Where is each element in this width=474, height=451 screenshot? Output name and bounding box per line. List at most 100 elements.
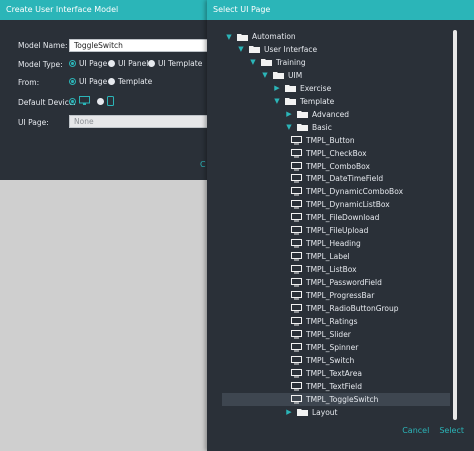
page-icon <box>291 174 302 183</box>
tree-page-item[interactable]: TMPL_FileUpload <box>291 224 368 237</box>
tree-item-label: Training <box>276 57 306 67</box>
tree-page-item[interactable]: TMPL_Heading <box>291 237 361 250</box>
caret-right-icon[interactable]: ▶ <box>273 84 281 92</box>
page-icon <box>291 303 302 313</box>
tree-page-item[interactable]: TMPL_Label <box>291 250 350 263</box>
from-radio-template[interactable]: Template <box>108 77 152 86</box>
tree-page-item[interactable]: TMPL_ComboBox <box>291 160 370 173</box>
tree-item-label: TMPL_DynamicComboBox <box>306 187 404 197</box>
page-icon <box>291 291 302 300</box>
folder-icon <box>261 58 272 67</box>
tree-folder-item[interactable]: ▶ Layout <box>285 406 338 419</box>
tree-page-item[interactable]: TMPL_Spinner <box>291 341 358 354</box>
tree-item-label: TMPL_ProgressBar <box>306 291 375 300</box>
tree-folder-item[interactable]: ▶ Exercise <box>273 82 331 95</box>
model-type-radio-ui-template[interactable]: UI Template <box>148 59 202 68</box>
tree-page-item[interactable]: TMPL_ProgressBar <box>291 289 374 302</box>
tree-page-item[interactable]: TMPL_RadioButtonGroup <box>291 302 399 315</box>
tree-page-item[interactable]: TMPL_DateTimeField <box>291 172 383 185</box>
tree-item-label: Template <box>300 96 335 106</box>
page-icon <box>291 252 302 261</box>
tree-page-item[interactable]: TMPL_Button <box>291 134 355 147</box>
page-icon <box>291 316 302 326</box>
folder-icon <box>285 97 296 106</box>
tree-item-label: TMPL_DateTimeField <box>306 174 384 184</box>
dialog-title: Create User Interface Model <box>0 0 207 20</box>
tree-item-label: TMPL_Label <box>306 252 350 262</box>
tree-page-item[interactable]: TMPL_Switch <box>291 354 354 367</box>
model-name-field[interactable]: ToggleSwitch <box>69 39 209 52</box>
caret-right-icon[interactable]: ▶ <box>285 408 293 416</box>
page-icon <box>291 135 302 145</box>
tree-item-label: Layout <box>312 407 338 417</box>
model-name-label: Model Name: <box>18 41 68 50</box>
cancel-button[interactable]: Cancel <box>402 426 429 435</box>
tree-item-label: Basic <box>312 122 332 132</box>
caret-down-icon[interactable]: ▼ <box>225 33 233 41</box>
caret-down-icon[interactable]: ▼ <box>237 45 245 53</box>
caret-down-icon[interactable]: ▼ <box>273 97 281 105</box>
tree-item-label: TMPL_TextArea <box>306 368 362 378</box>
device-radio-phone[interactable] <box>97 96 114 106</box>
model-type-radio-ui-page[interactable]: UI Page <box>69 59 107 68</box>
caret-down-icon[interactable]: ▼ <box>249 58 257 66</box>
radio-unselected-icon <box>148 60 155 67</box>
tree-item-label: TMPL_Heading <box>306 239 361 249</box>
tree-folder-item[interactable]: ▼ Training <box>249 56 306 69</box>
tree-page-item[interactable]: TMPL_FileDownload <box>291 211 379 224</box>
tree-item-label: TMPL_Spinner <box>306 342 359 352</box>
dialog-title: Select UI Page <box>207 0 474 20</box>
tree-page-item[interactable]: TMPL_DynamicListBox <box>291 198 390 211</box>
folder-icon <box>297 123 308 132</box>
ui-page-label: UI Page: <box>18 118 49 127</box>
dialog-footer: Cancel Select <box>402 426 464 435</box>
tree-item-label: Advanced <box>312 109 350 119</box>
page-icon <box>291 329 302 339</box>
page-icon <box>291 200 302 209</box>
tree-folder-item[interactable]: ▼ Automation <box>225 30 295 43</box>
model-type-radio-ui-panel[interactable]: UI Panel <box>108 59 148 68</box>
tree-folder-item[interactable]: ▶ Advanced <box>285 108 349 121</box>
tree-page-item[interactable]: TMPL_ListBox <box>291 263 357 276</box>
caret-right-icon[interactable]: ▶ <box>285 110 293 118</box>
tree-item-label: TMPL_FileUpload <box>306 226 369 236</box>
scrollbar[interactable] <box>452 30 458 420</box>
tree-item-label: TMPL_ToggleSwitch <box>306 394 379 404</box>
scrollbar-thumb[interactable] <box>453 30 457 420</box>
desktop-icon <box>79 96 90 105</box>
tree-folder-item[interactable]: ▼ UIM <box>261 69 302 82</box>
radio-unselected-icon <box>108 60 115 67</box>
tree-page-item[interactable]: TMPL_TextArea <box>291 367 362 380</box>
page-icon <box>291 161 302 171</box>
caret-down-icon[interactable]: ▼ <box>285 123 293 131</box>
tree-page-item[interactable]: TMPL_CheckBox <box>291 147 367 160</box>
cancel-link-partial[interactable]: C <box>200 160 206 169</box>
tree-item-label: UIM <box>288 70 303 80</box>
tree-item-label: TMPL_CheckBox <box>306 148 367 158</box>
create-ui-model-dialog: Create User Interface Model Model Name: … <box>0 0 209 180</box>
tree-page-item[interactable]: TMPL_Slider <box>291 328 351 341</box>
tree-page-item[interactable]: TMPL_DynamicComboBox <box>291 185 403 198</box>
tree-page-item[interactable]: TMPL_ToggleSwitch <box>222 392 450 406</box>
tree-item-label: Exercise <box>300 83 332 93</box>
tree-page-item[interactable]: TMPL_Ratings <box>291 315 358 328</box>
tree-folder-item[interactable]: ▼ Basic <box>285 121 332 134</box>
folder-icon <box>285 84 296 93</box>
tree-page-item[interactable]: TMPL_PasswordField <box>291 276 382 289</box>
folder-icon <box>273 71 284 80</box>
tree-folder-item[interactable]: ▼ Template <box>273 95 334 108</box>
from-radio-ui-page[interactable]: UI Page <box>69 77 107 86</box>
tree-item-label: TMPL_Slider <box>306 329 351 339</box>
caret-down-icon[interactable]: ▼ <box>261 71 269 79</box>
ui-page-field[interactable]: None <box>69 115 209 128</box>
device-radio-desktop[interactable] <box>69 96 90 106</box>
page-icon <box>291 394 302 404</box>
folder-icon <box>297 110 308 119</box>
from-label: From: <box>18 78 40 87</box>
tree-page-item[interactable]: TMPL_TextField <box>291 380 362 393</box>
tree-item-label: TMPL_Button <box>306 135 355 145</box>
select-button[interactable]: Select <box>439 426 464 435</box>
radio-selected-icon <box>69 97 76 105</box>
tree-folder-item[interactable]: ▼ User Interface <box>237 43 317 56</box>
tree-item-label: TMPL_RadioButtonGroup <box>306 303 399 313</box>
